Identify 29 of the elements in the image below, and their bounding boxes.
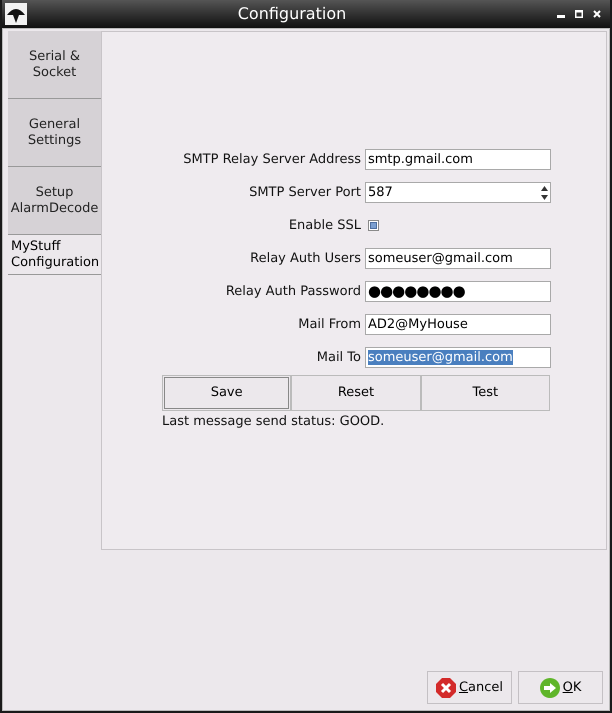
ok-button[interactable]: OK xyxy=(518,671,603,704)
input-field[interactable]: smtp.gmail.com xyxy=(365,149,551,170)
spin-arrows-icon[interactable] xyxy=(540,186,549,200)
port-spinbox[interactable]: 587 xyxy=(365,182,551,203)
field-label: SMTP Relay Server Address xyxy=(182,150,361,169)
sidebar-tab[interactable]: General Settings xyxy=(8,99,101,167)
cancel-button[interactable]: Cancel xyxy=(427,671,512,704)
sidebar-tab[interactable]: Serial & Socket xyxy=(8,31,101,99)
input-field[interactable]: someuser@gmail.com xyxy=(365,347,551,368)
field-label: Enable SSL xyxy=(288,216,361,235)
field-label: Mail From xyxy=(297,316,361,334)
field-label: SMTP Server Port xyxy=(248,184,361,202)
input-field[interactable]: someuser@gmail.com xyxy=(365,248,551,269)
close-icon[interactable] xyxy=(593,10,601,18)
ssl-checkbox[interactable] xyxy=(368,220,379,231)
field-label: Relay Auth Users xyxy=(249,250,361,268)
app-logo-icon xyxy=(5,3,27,25)
window-title: Configuration xyxy=(236,3,348,25)
action-button[interactable]: Reset xyxy=(291,375,421,411)
password-field[interactable]: ●●●●●●●● xyxy=(365,281,551,302)
cancel-icon xyxy=(436,678,456,698)
status-message: Last message send status: GOOD. xyxy=(162,413,386,431)
input-field[interactable]: AD2@MyHouse xyxy=(365,314,551,335)
field-label: Relay Auth Password xyxy=(224,282,361,301)
action-button[interactable]: Test xyxy=(420,375,550,411)
maximize-icon[interactable] xyxy=(575,10,583,18)
field-label: Mail To xyxy=(316,348,361,367)
action-button[interactable]: Save xyxy=(162,375,292,411)
sidebar-tab[interactable]: Setup AlarmDecode xyxy=(8,167,101,235)
